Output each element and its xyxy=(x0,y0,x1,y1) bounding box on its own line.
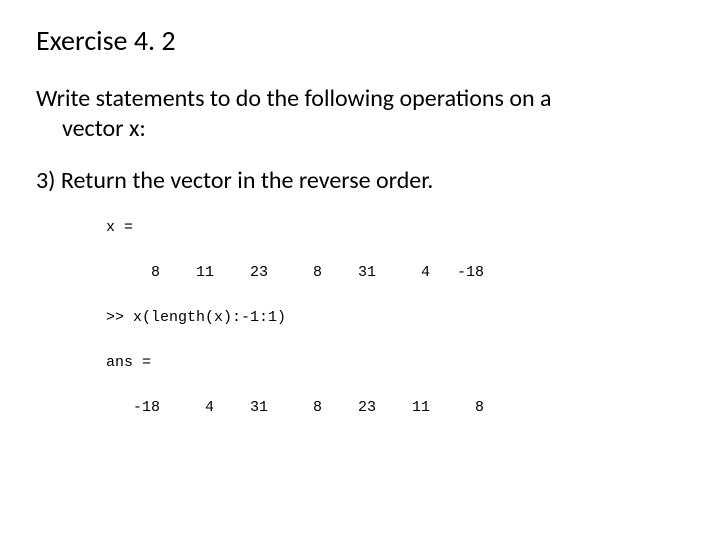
exercise-question: 3) Return the vector in the reverse orde… xyxy=(36,166,684,195)
matlab-code-output: x = 8 11 23 8 31 4 -18 >> x(length(x):-1… xyxy=(106,217,684,420)
prompt-line-1: Write statements to do the following ope… xyxy=(36,84,552,113)
slide-content: Exercise 4. 2 Write statements to do the… xyxy=(0,0,720,540)
prompt-line-2: vector x: xyxy=(62,114,146,143)
exercise-title: Exercise 4. 2 xyxy=(36,24,684,58)
exercise-prompt: Write statements to do the following ope… xyxy=(36,84,684,144)
